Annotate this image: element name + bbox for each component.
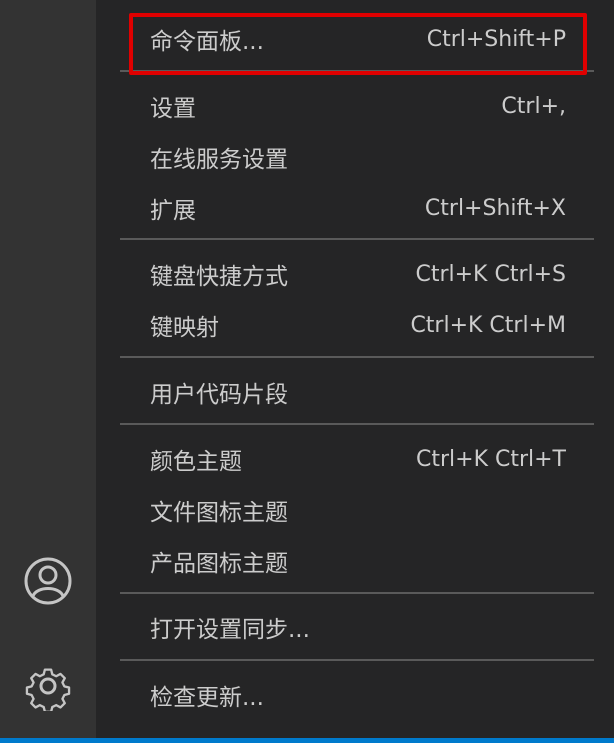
menu-item-shortcut: Ctrl+,: [501, 93, 566, 119]
menu-item-product-icon-theme[interactable]: 产品图标主题: [120, 538, 572, 584]
menu-item-label: 设置: [150, 96, 196, 122]
menu-item-user-snippets[interactable]: 用户代码片段: [120, 369, 572, 415]
menu-separator: [120, 356, 594, 358]
menu-separator: [120, 592, 594, 594]
menu-item-label: 颜色主题: [150, 449, 242, 475]
activity-bar: [0, 0, 96, 738]
menu-separator: [120, 238, 594, 240]
menu-separator: [120, 423, 594, 425]
menu-item-command-palette[interactable]: 命令面板... Ctrl+Shift+P: [120, 16, 572, 62]
menu-item-keyboard-shortcuts[interactable]: 键盘快捷方式 Ctrl+K Ctrl+S: [120, 251, 572, 297]
menu-item-label: 命令面板...: [150, 29, 264, 55]
menu-item-label: 用户代码片段: [150, 382, 288, 408]
menu-item-label: 键映射: [150, 315, 219, 341]
menu-item-label: 检查更新...: [150, 685, 264, 711]
account-icon[interactable]: [22, 555, 74, 607]
menu-item-shortcut: Ctrl+K Ctrl+T: [415, 446, 566, 472]
menu-item-shortcut: Ctrl+K Ctrl+M: [410, 312, 566, 338]
menu-item-label: 文件图标主题: [150, 500, 288, 526]
menu-item-label: 在线服务设置: [150, 147, 288, 173]
menu-item-check-for-updates[interactable]: 检查更新...: [120, 672, 572, 718]
menu-item-shortcut: Ctrl+K Ctrl+S: [415, 261, 566, 287]
gear-icon[interactable]: [22, 660, 74, 712]
menu-separator: [120, 70, 594, 72]
status-bar: [0, 738, 614, 743]
menu-item-keymaps[interactable]: 键映射 Ctrl+K Ctrl+M: [120, 302, 572, 348]
manage-menu: 命令面板... Ctrl+Shift+P 设置 Ctrl+, 在线服务设置 扩展…: [96, 0, 614, 738]
menu-item-color-theme[interactable]: 颜色主题 Ctrl+K Ctrl+T: [120, 436, 572, 482]
menu-item-online-services-settings[interactable]: 在线服务设置: [120, 134, 572, 180]
menu-item-label: 键盘快捷方式: [150, 264, 288, 290]
menu-item-label: 扩展: [150, 198, 196, 224]
menu-item-label: 产品图标主题: [150, 551, 288, 577]
menu-separator: [120, 659, 594, 661]
menu-item-turn-on-settings-sync[interactable]: 打开设置同步...: [120, 604, 572, 650]
menu-item-settings[interactable]: 设置 Ctrl+,: [120, 83, 572, 129]
menu-item-extensions[interactable]: 扩展 Ctrl+Shift+X: [120, 185, 572, 231]
menu-item-file-icon-theme[interactable]: 文件图标主题: [120, 487, 572, 533]
menu-item-label: 打开设置同步...: [150, 617, 310, 643]
menu-item-shortcut: Ctrl+Shift+X: [424, 195, 566, 221]
menu-item-shortcut: Ctrl+Shift+P: [426, 26, 566, 52]
